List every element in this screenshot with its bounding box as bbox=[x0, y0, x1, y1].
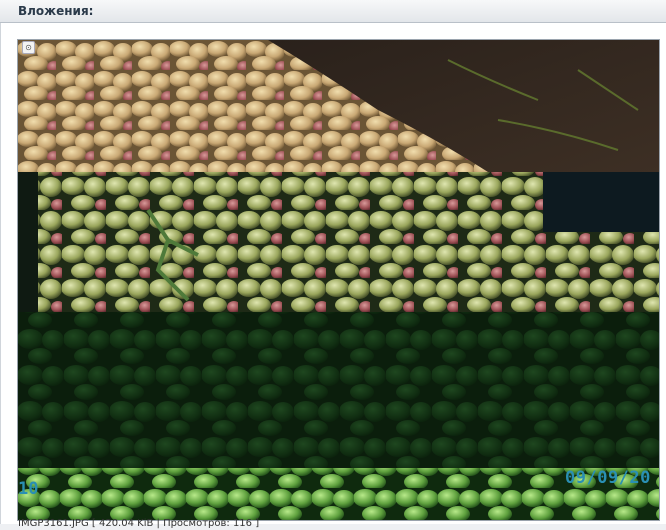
date-stamp: 09/09/20 bbox=[565, 468, 651, 488]
attachments-title: Вложения: bbox=[18, 4, 94, 18]
frame-number: 10 bbox=[18, 479, 39, 499]
zoom-icon[interactable]: ⊙ bbox=[22, 41, 35, 54]
attachment-image[interactable] bbox=[17, 39, 660, 521]
attachments-header: Вложения: bbox=[0, 0, 666, 23]
attachment-caption: IMGP3161.JPG [ 420.04 KiB | Просмотров: … bbox=[18, 518, 260, 529]
